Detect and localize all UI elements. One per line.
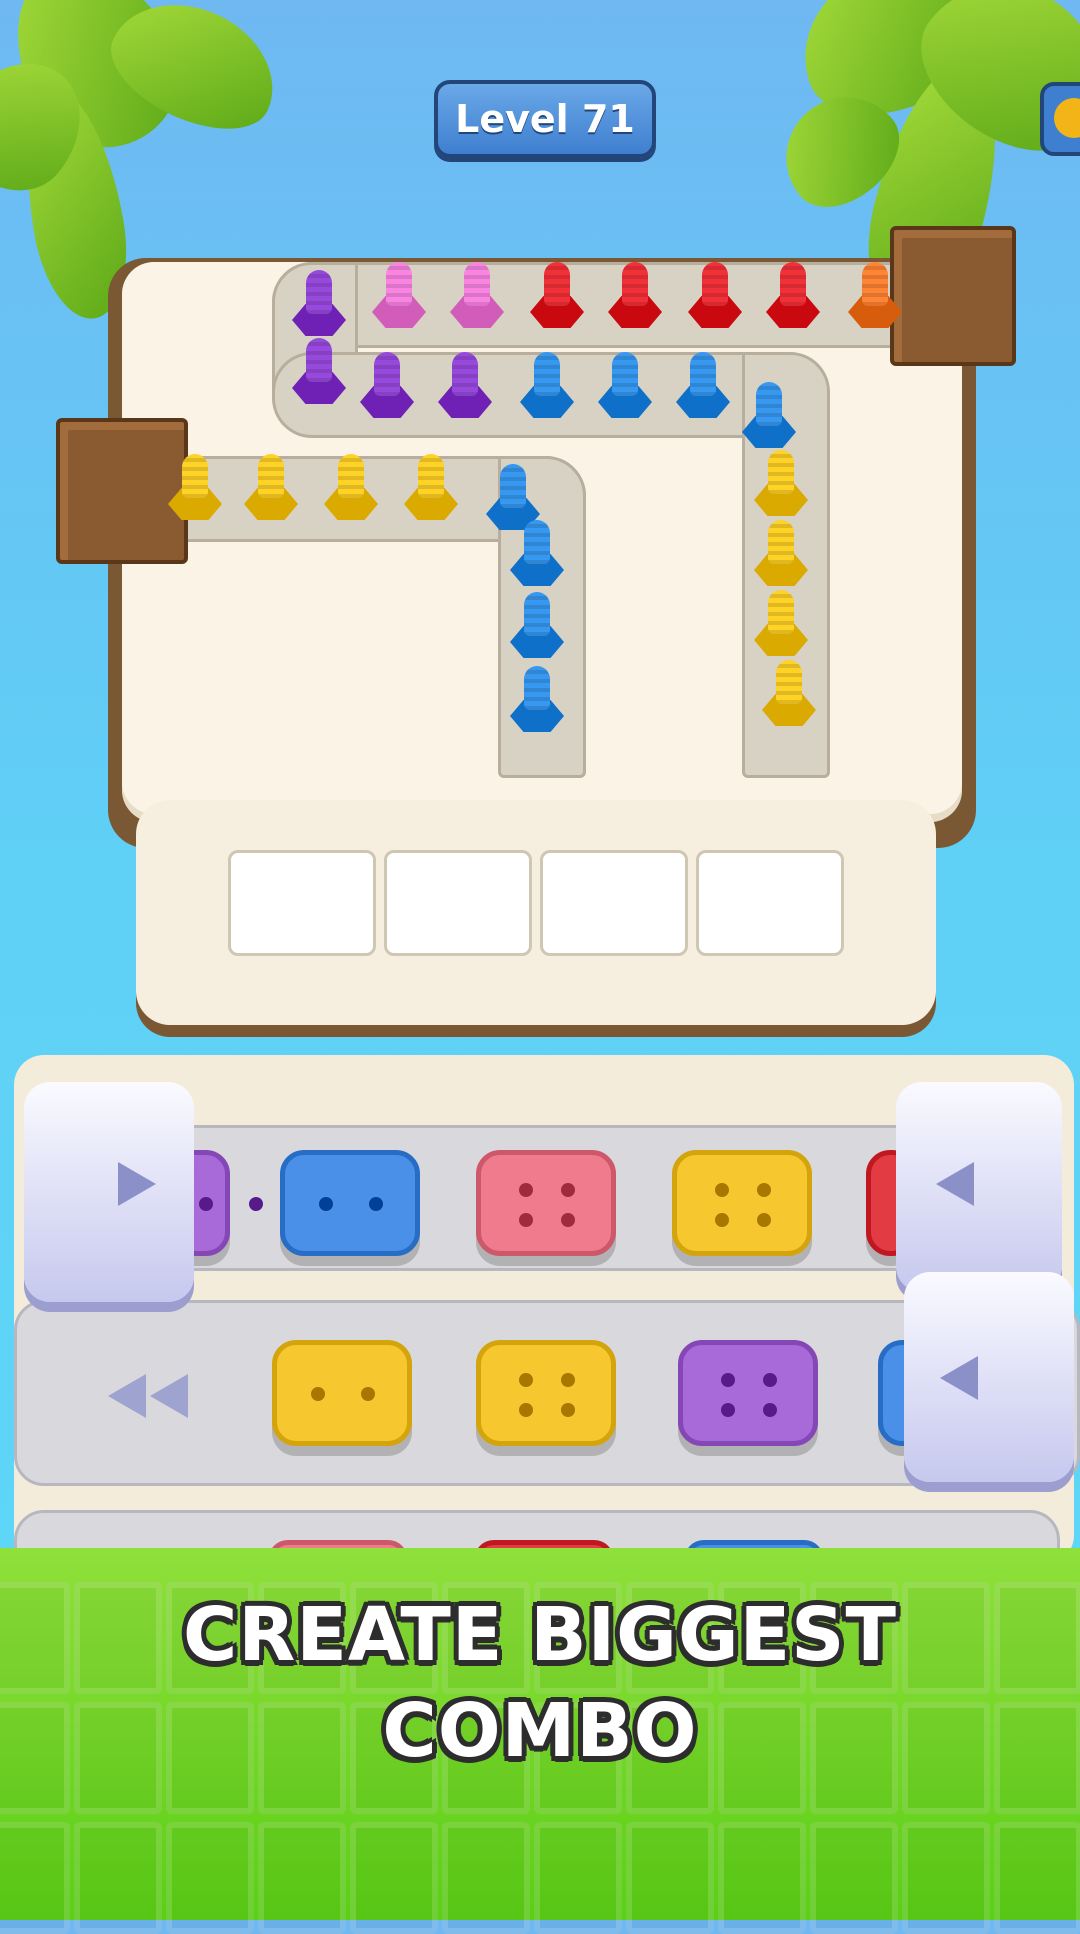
bolt-yellow[interactable] (754, 590, 808, 660)
bolt-purple[interactable] (292, 338, 346, 408)
bolt-yellow[interactable] (168, 454, 222, 524)
banner-cell (902, 1822, 990, 1934)
arrow-left-icon (936, 1162, 974, 1206)
bolt-orange[interactable] (848, 262, 902, 332)
bolt-blue[interactable] (598, 352, 652, 422)
bolt-yellow[interactable] (244, 454, 298, 524)
nut-tile-purple[interactable] (678, 1340, 818, 1446)
track-top (272, 262, 918, 348)
bolt-yellow[interactable] (762, 660, 816, 730)
bolt-blue[interactable] (520, 352, 574, 422)
pusher-right-bottom[interactable] (904, 1272, 1074, 1482)
banner-line-2: COMBO (382, 1688, 698, 1774)
bolt-pink[interactable] (450, 262, 504, 332)
bolt-purple[interactable] (438, 352, 492, 422)
arrow-right-icon (118, 1162, 156, 1206)
bolt-slot (384, 850, 532, 956)
bolt-slot (540, 850, 688, 956)
banner-cell (350, 1822, 438, 1934)
bolt-red[interactable] (766, 262, 820, 332)
banner-cell (442, 1822, 530, 1934)
nut-tile-pink[interactable] (476, 1150, 616, 1256)
level-badge: Level 71 (434, 80, 656, 158)
banner-cell (810, 1822, 898, 1934)
pusher-right-top[interactable] (896, 1082, 1062, 1292)
bolt-yellow[interactable] (754, 520, 808, 590)
coin-icon[interactable] (1040, 82, 1080, 156)
bolt-blue[interactable] (676, 352, 730, 422)
banner-line-1: CREATE BIGGEST (183, 1592, 897, 1678)
bolt-blue[interactable] (510, 592, 564, 662)
nut-tile-yellow[interactable] (672, 1150, 812, 1256)
banner-cell (258, 1822, 346, 1934)
bolt-blue[interactable] (510, 666, 564, 736)
bolt-purple[interactable] (292, 270, 346, 340)
arrow-left-icon (940, 1356, 978, 1400)
level-label: Level 71 (455, 97, 635, 141)
pusher-left-top[interactable] (24, 1082, 194, 1302)
nut-tile-yellow[interactable] (272, 1340, 412, 1446)
bolt-blue[interactable] (742, 382, 796, 452)
bolt-yellow[interactable] (324, 454, 378, 524)
bolt-red[interactable] (530, 262, 584, 332)
bolt-red[interactable] (608, 262, 662, 332)
nut-tile-blue[interactable] (280, 1150, 420, 1256)
banner-cell (626, 1822, 714, 1934)
bolt-slot (228, 850, 376, 956)
bolt-yellow[interactable] (754, 450, 808, 520)
bolt-yellow[interactable] (404, 454, 458, 524)
banner-cell (74, 1822, 162, 1934)
bolt-purple[interactable] (360, 352, 414, 422)
double-arrow-left-icon (108, 1372, 208, 1422)
bolt-blue[interactable] (510, 520, 564, 590)
crate-right (890, 226, 1016, 366)
banner-cell (166, 1822, 254, 1934)
nut-tile-yellow[interactable] (476, 1340, 616, 1446)
banner-cell (0, 1822, 70, 1934)
banner-cell (534, 1822, 622, 1934)
bolt-slot (696, 850, 844, 956)
bolt-red[interactable] (688, 262, 742, 332)
banner-cell (994, 1822, 1080, 1934)
bolt-pink[interactable] (372, 262, 426, 332)
banner-cell (718, 1822, 806, 1934)
